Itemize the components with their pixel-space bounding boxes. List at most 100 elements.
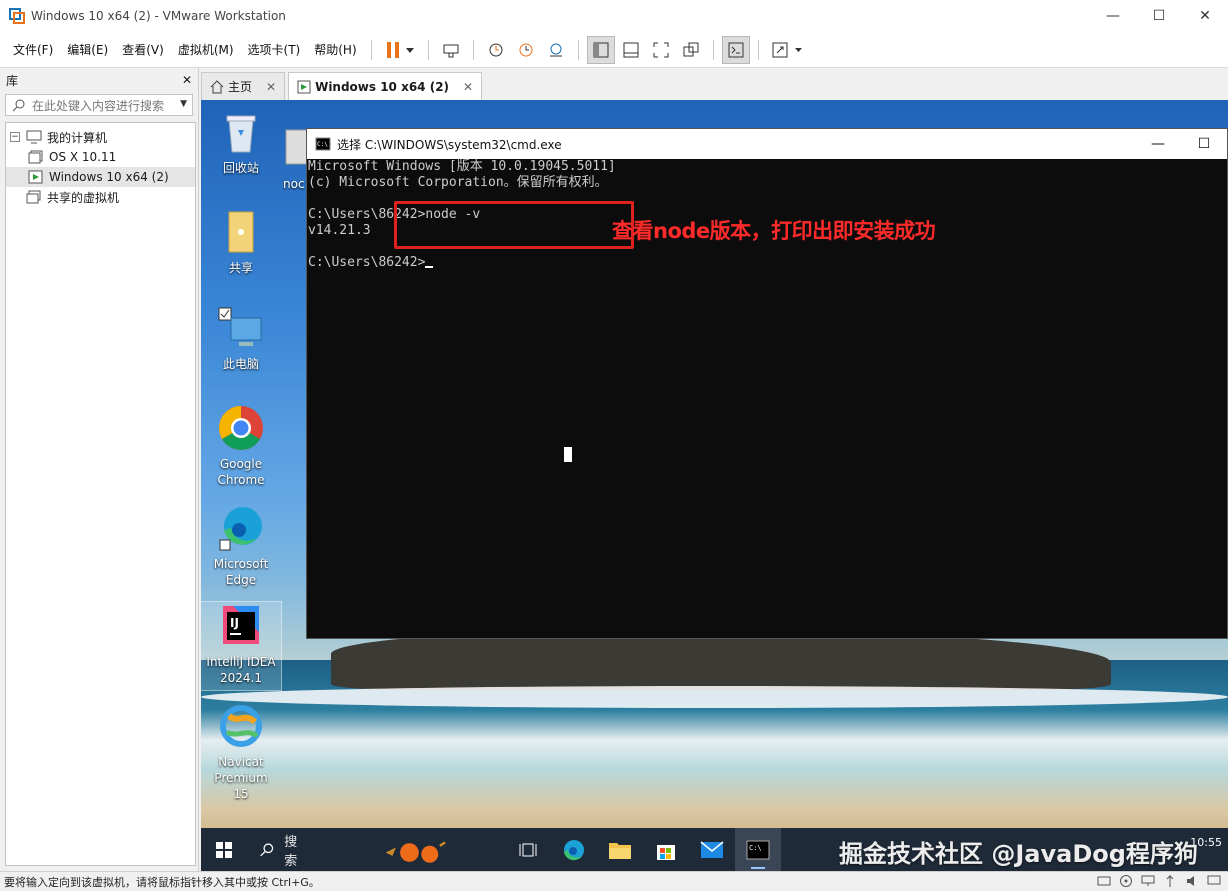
network-adapter-icon[interactable] (1140, 873, 1156, 889)
taskbar-app-mail[interactable] (689, 828, 735, 871)
library-panel: 库 ✕ 在此处键入内容进行搜索 ▼ − 我的计算机 OS X 10.11 Win… (0, 68, 199, 871)
wallpaper-wave (201, 686, 1228, 708)
vm-running-icon (28, 170, 44, 184)
menu-vm[interactable]: 虚拟机(M) (171, 41, 241, 58)
windows-logo-icon (216, 841, 232, 858)
menu-edit[interactable]: 编辑(E) (60, 41, 115, 58)
taskbar-search-label: 搜索 (284, 834, 298, 869)
stretch-icon (772, 42, 802, 57)
library-search-input[interactable]: 在此处键入内容进行搜索 ▼ (5, 94, 193, 116)
send-ctrl-alt-del-button[interactable] (437, 36, 465, 64)
cd-drive-icon[interactable] (1118, 873, 1134, 889)
full-screen-button[interactable] (647, 36, 675, 64)
tab-close-button[interactable]: ✕ (463, 80, 473, 94)
search-icon (260, 842, 274, 856)
menu-view[interactable]: 查看(V) (115, 41, 171, 58)
cmd-minimize-button[interactable]: — (1135, 129, 1181, 159)
edge-icon (217, 504, 265, 552)
vm-icon (28, 150, 44, 164)
halloween-pumpkins-icon (385, 840, 447, 863)
revert-snapshot-icon (519, 43, 533, 56)
search-icon (12, 99, 25, 112)
navicat-icon (217, 702, 265, 750)
wallpaper-rock (331, 630, 1111, 690)
search-dropdown-icon[interactable]: ▼ (180, 99, 187, 109)
desktop-icon-chrome[interactable]: Google Chrome (201, 404, 281, 488)
display-icon[interactable] (1206, 873, 1222, 889)
annotation-text: 查看node版本，打印出即安装成功 (612, 219, 936, 243)
tab-label: Windows 10 x64 (2) (315, 79, 450, 94)
desktop-icon-label: Navicat Premium 15 (214, 755, 268, 801)
task-view-icon (519, 843, 537, 856)
close-button[interactable]: ✕ (1182, 0, 1228, 32)
desktop-icon-edge[interactable]: Microsoft Edge (201, 504, 281, 588)
tree-item-label: 我的计算机 (47, 130, 108, 145)
tree-item-my-computer[interactable]: − 我的计算机 (6, 127, 195, 147)
intellij-icon: IJ (217, 602, 265, 650)
svg-text:IJ: IJ (230, 616, 239, 630)
cmd-window[interactable]: C:\ 选择 C:\WINDOWS\system32\cmd.exe — ☐ M… (306, 128, 1228, 639)
maximize-button[interactable]: ☐ (1136, 0, 1182, 32)
menu-help[interactable]: 帮助(H) (307, 41, 363, 58)
vm-guest-screen[interactable]: 回收站 noc 共享 此电脑 Google Chrome Microsoft E… (201, 100, 1228, 871)
snapshot-button[interactable] (482, 36, 510, 64)
library-tree: − 我的计算机 OS X 10.11 Windows 10 x64 (2) 共享… (5, 122, 196, 866)
toolbar-separator (712, 39, 714, 60)
desktop-icon-navicat[interactable]: Navicat Premium 15 (201, 702, 281, 802)
show-library-button[interactable] (586, 35, 615, 64)
taskbar-app-file-explorer[interactable] (597, 828, 643, 871)
sound-icon[interactable] (1184, 873, 1200, 889)
taskbar-app-cmd[interactable]: C:\ (735, 828, 781, 871)
desktop-icon-this-pc[interactable]: 此电脑 (201, 304, 281, 372)
mail-icon (700, 840, 724, 858)
taskbar-app-store[interactable] (643, 828, 689, 871)
revert-snapshot-button[interactable] (512, 36, 540, 64)
console-view-button[interactable] (721, 35, 750, 64)
unity-mode-button[interactable] (677, 36, 705, 64)
svg-text:C:\: C:\ (317, 141, 328, 148)
tab-home[interactable]: 主页 ✕ (201, 72, 286, 100)
thumbnail-bar-button[interactable] (617, 36, 645, 64)
hard-disk-icon[interactable] (1096, 873, 1112, 889)
tree-item-osx[interactable]: OS X 10.11 (6, 147, 195, 167)
pause-button[interactable] (380, 36, 420, 64)
tab-windows10-vm[interactable]: Windows 10 x64 (2) ✕ (288, 72, 483, 100)
collapse-icon[interactable]: − (10, 132, 20, 142)
host-title-bar: Windows 10 x64 (2) - VMware Workstation … (0, 0, 1228, 32)
pause-icon (386, 41, 414, 58)
unity-icon (683, 42, 699, 56)
tab-close-button[interactable]: ✕ (266, 80, 276, 94)
desktop-icon-intellij[interactable]: IJ IntelliJ IDEA 2024.1 (201, 601, 282, 691)
minimize-button[interactable]: — (1090, 0, 1136, 32)
store-icon (657, 844, 675, 860)
cmd-title-bar[interactable]: C:\ 选择 C:\WINDOWS\system32\cmd.exe — ☐ (307, 129, 1227, 159)
edge-icon (564, 839, 584, 860)
snapshot-manager-button[interactable] (542, 36, 570, 64)
menu-tabs[interactable]: 选项卡(T) (241, 41, 308, 58)
desktop-icon-share[interactable]: 共享 (201, 208, 281, 276)
this-pc-icon (217, 304, 265, 352)
cmd-maximize-button[interactable]: ☐ (1181, 129, 1227, 159)
tab-strip: 主页 ✕ Windows 10 x64 (2) ✕ (201, 71, 1228, 100)
keyboard-send-icon (443, 44, 459, 57)
tree-item-windows10[interactable]: Windows 10 x64 (2) (6, 167, 195, 187)
desktop-icon-recycle-bin[interactable]: 回收站 (201, 108, 281, 176)
menu-file[interactable]: 文件(F) (6, 41, 60, 58)
usb-icon[interactable] (1162, 873, 1178, 889)
svg-text:C:\: C:\ (749, 844, 762, 852)
desktop-icon-label: IntelliJ IDEA 2024.1 (206, 655, 276, 685)
cmd-output-line: (c) Microsoft Corporation。保留所有权利。 (308, 175, 608, 190)
library-close-button[interactable]: ✕ (182, 73, 192, 87)
task-view-button[interactable] (505, 828, 551, 871)
cmd-prompt-line[interactable]: C:\Users\86242> (307, 255, 1227, 271)
toolbar-separator (757, 39, 759, 60)
start-button[interactable] (201, 828, 247, 871)
library-title: 库 (6, 73, 19, 88)
window-title: Windows 10 x64 (2) - VMware Workstation (31, 9, 286, 23)
tree-item-shared-vms[interactable]: 共享的虚拟机 (6, 187, 195, 207)
console-icon (728, 42, 744, 57)
taskbar-app-edge[interactable] (551, 828, 597, 871)
shared-vm-icon (26, 190, 42, 204)
taskbar-search[interactable]: 搜索 (247, 828, 447, 871)
stretch-guest-button[interactable] (767, 36, 807, 64)
